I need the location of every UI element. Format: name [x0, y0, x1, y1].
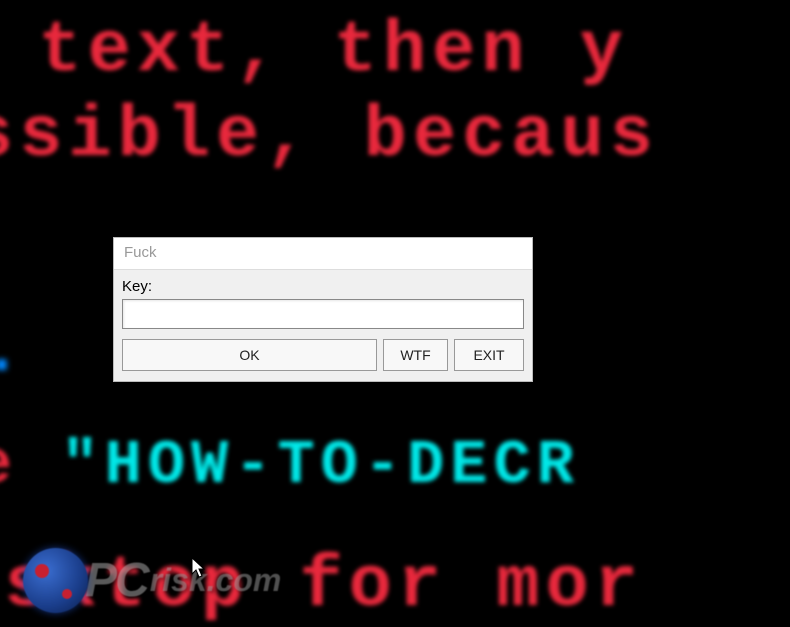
- background-text-line-3: e "HOW-TO-DECR: [0, 430, 580, 501]
- ok-button[interactable]: OK: [122, 339, 377, 371]
- watermark-globe-icon: [23, 548, 88, 613]
- background-text-line-2: ssible, becaus: [0, 95, 659, 177]
- key-input[interactable]: [122, 299, 524, 329]
- watermark: PC risk.com: [85, 553, 281, 608]
- dialog-title: Fuck: [124, 244, 157, 261]
- dialog-titlebar[interactable]: Fuck: [114, 238, 532, 270]
- background-cyan-text: "HOW-TO-DECR: [61, 430, 579, 501]
- watermark-domain: risk.com: [150, 562, 282, 599]
- background-prefix: e: [0, 430, 61, 501]
- key-label: Key:: [122, 278, 524, 295]
- wtf-button[interactable]: WTF: [383, 339, 448, 371]
- exit-button[interactable]: EXIT: [454, 339, 524, 371]
- button-row: OK WTF EXIT: [122, 339, 524, 371]
- dialog-window: Fuck Key: OK WTF EXIT: [113, 237, 533, 382]
- background-punct: .: [0, 310, 23, 392]
- watermark-brand: PC: [85, 553, 148, 608]
- background-text-line-1: s text, then y: [0, 10, 629, 92]
- dialog-body: Key: OK WTF EXIT: [114, 270, 532, 381]
